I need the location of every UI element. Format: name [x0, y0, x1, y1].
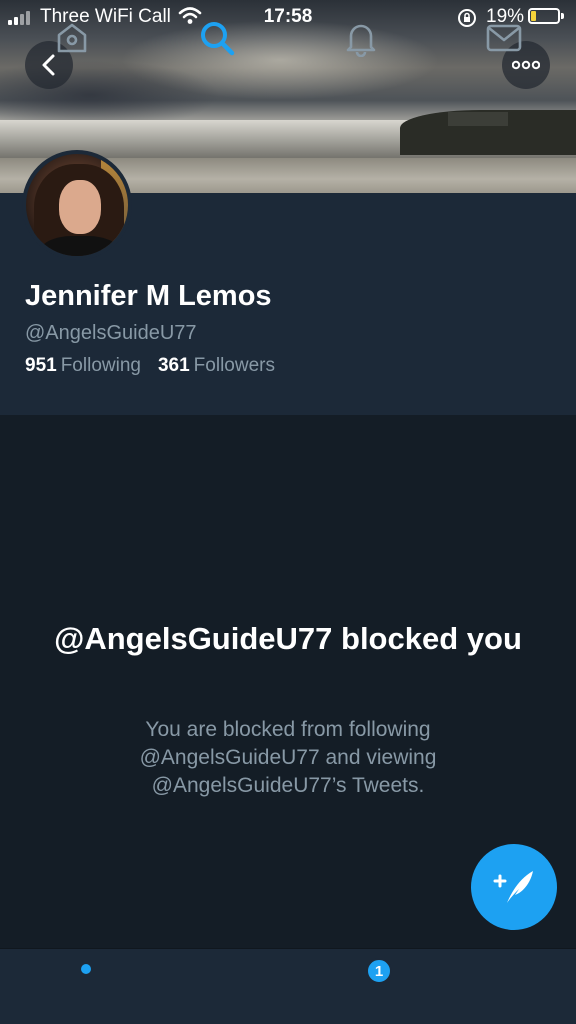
ellipsis-icon [512, 60, 540, 70]
battery-tip [561, 13, 564, 19]
following-label: Following [60, 355, 141, 376]
bell-icon [346, 24, 376, 57]
blocked-title: @AngelsGuideU77 blocked you [54, 621, 522, 656]
battery-fill [531, 11, 536, 21]
following-count: 951 [25, 355, 57, 376]
search-icon [201, 22, 235, 56]
tab-notifications[interactable] [341, 18, 381, 58]
profile-screen: Three WiFi Call 17:58 19% Jennifer M Lem… [0, 0, 576, 1024]
battery-icon [528, 8, 560, 24]
tab-messages[interactable] [484, 18, 524, 58]
followers-label: Followers [193, 355, 275, 376]
home-new-content-dot [81, 964, 91, 974]
avatar[interactable] [22, 150, 132, 260]
followers-count: 361 [157, 355, 190, 376]
tab-bar [0, 948, 576, 1024]
notifications-badge: 1 [366, 958, 392, 984]
blocked-description: You are blocked from following @AngelsGu… [139, 718, 437, 797]
rotation-lock-icon [457, 8, 477, 33]
profile-name: Jennifer M Lemos [25, 280, 272, 312]
tab-home[interactable] [52, 18, 92, 58]
envelope-icon [486, 24, 522, 52]
home-icon [57, 23, 87, 53]
followers-stat[interactable]: 361 Followers [158, 355, 275, 377]
compose-tweet-button[interactable] [471, 844, 557, 930]
profile-stats: 951 Following 361 Followers [25, 355, 275, 377]
tab-search[interactable] [197, 18, 237, 58]
avatar-face [59, 180, 101, 234]
following-stat[interactable]: 951 Following [25, 355, 141, 377]
compose-tweet-icon [493, 871, 533, 903]
profile-handle: @AngelsGuideU77 [25, 322, 197, 344]
banner-house [448, 112, 508, 126]
